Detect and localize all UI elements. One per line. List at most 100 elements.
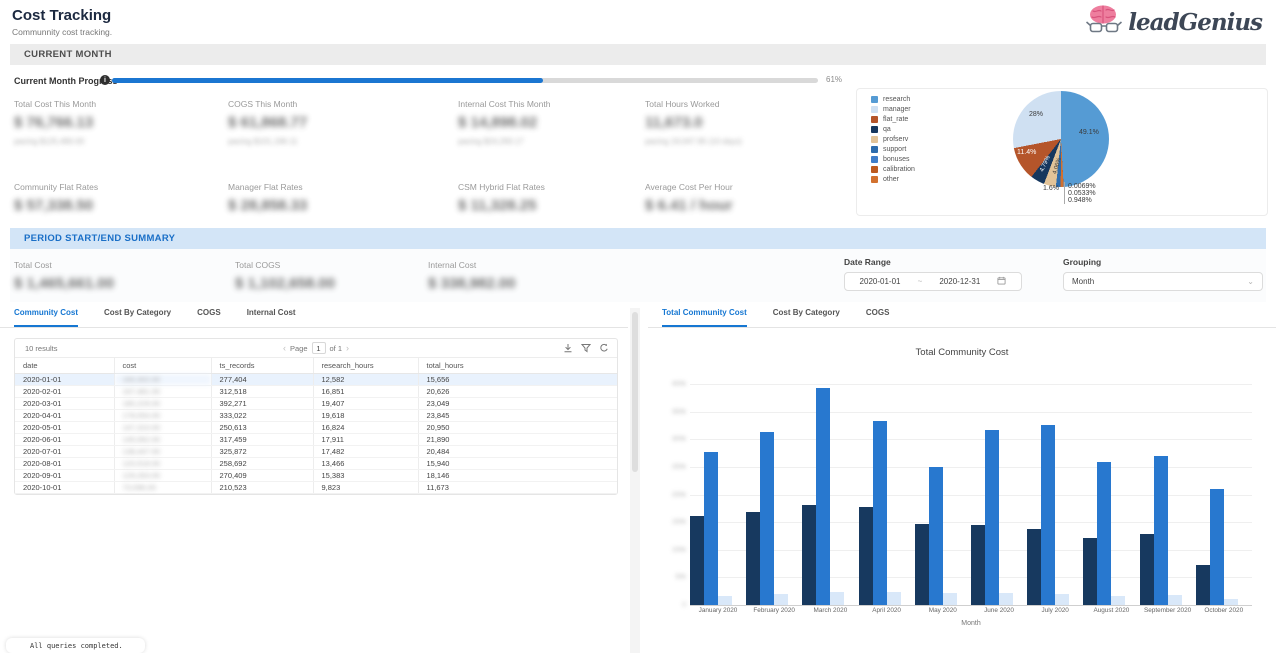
table-row[interactable]: 2020-02-01167,481.00312,51816,85120,626 bbox=[15, 385, 617, 397]
column-header-total_hours[interactable]: total_hours bbox=[418, 358, 617, 373]
legend-item-manager[interactable]: manager bbox=[871, 104, 915, 114]
stat-value: $ 14,898.02 bbox=[458, 114, 668, 131]
bar-cost[interactable] bbox=[746, 512, 760, 605]
page-number-input[interactable]: 1 bbox=[312, 342, 326, 354]
bar-ts_records[interactable] bbox=[1154, 456, 1168, 605]
bar-cost[interactable] bbox=[859, 507, 873, 605]
table-cell: 9,823 bbox=[313, 481, 418, 493]
stat-block: CSM Hybrid Flat Rates$ 11,328.25 bbox=[458, 182, 668, 214]
stat-value: $ 6.41 / hour bbox=[645, 197, 855, 214]
bar-group-march-2020 bbox=[802, 388, 858, 605]
table-cell: 17,911 bbox=[313, 433, 418, 445]
bar-ts_records[interactable] bbox=[929, 467, 943, 605]
bar-group-may-2020 bbox=[915, 467, 971, 605]
stat-block: Internal Cost This Month$ 14,898.02pacin… bbox=[458, 99, 668, 146]
legend-item-bonuses[interactable]: bonuses bbox=[871, 154, 915, 164]
bar-ts_records[interactable] bbox=[1210, 489, 1224, 605]
tab-total-community-cost[interactable]: Total Community Cost bbox=[662, 308, 747, 327]
bar-group-june-2020 bbox=[971, 430, 1027, 605]
table-row[interactable]: 2020-05-01147,310.00250,61316,82420,950 bbox=[15, 421, 617, 433]
prev-page-button[interactable]: ‹ bbox=[283, 343, 286, 353]
bar-total_hours[interactable] bbox=[1224, 599, 1238, 605]
bar-total_hours[interactable] bbox=[830, 592, 844, 605]
bar-total_hours[interactable] bbox=[887, 592, 901, 605]
table-row[interactable]: 2020-03-01180,229.00392,27119,40723,049 bbox=[15, 397, 617, 409]
bar-cost[interactable] bbox=[971, 525, 985, 605]
legend-item-flat_rate[interactable]: flat_rate bbox=[871, 114, 915, 124]
table-row[interactable]: 2020-09-01129,263.00270,40915,38318,146 bbox=[15, 469, 617, 481]
column-header-date[interactable]: date bbox=[15, 358, 114, 373]
info-icon[interactable]: i bbox=[100, 75, 110, 85]
date-range-input[interactable]: 2020-01-01 ~ 2020-12-31 bbox=[844, 272, 1022, 291]
bar-cost[interactable] bbox=[1083, 538, 1097, 605]
stat-value: 11,673.0 bbox=[645, 114, 855, 131]
table-cell: 12,582 bbox=[313, 373, 418, 385]
legend-item-other[interactable]: other bbox=[871, 174, 915, 184]
legend-item-calibration[interactable]: calibration bbox=[871, 164, 915, 174]
bar-total_hours[interactable] bbox=[1168, 595, 1182, 605]
bar-cost[interactable] bbox=[802, 505, 816, 605]
bar-ts_records[interactable] bbox=[816, 388, 830, 605]
brain-glasses-icon bbox=[1086, 5, 1122, 40]
table-row[interactable]: 2020-08-01120,518.00258,69213,46615,940 bbox=[15, 457, 617, 469]
bar-chart: 050k100k150k200k250k300k350k400kJanuary … bbox=[690, 384, 1252, 605]
table-cell: 15,940 bbox=[418, 457, 617, 469]
pie-chart[interactable] bbox=[1013, 91, 1109, 187]
table-row[interactable]: 2020-04-01178,054.00333,02219,61823,845 bbox=[15, 409, 617, 421]
bar-total_hours[interactable] bbox=[1055, 594, 1069, 605]
table-cell: 270,409 bbox=[211, 469, 313, 481]
bar-ts_records[interactable] bbox=[704, 452, 718, 605]
bar-ts_records[interactable] bbox=[873, 421, 887, 605]
column-header-research_hours[interactable]: research_hours bbox=[313, 358, 418, 373]
legend-item-qa[interactable]: qa bbox=[871, 124, 915, 134]
calendar-icon[interactable] bbox=[997, 276, 1006, 287]
table-cell: 129,263.00 bbox=[114, 469, 211, 481]
tab-cogs[interactable]: COGS bbox=[866, 308, 890, 327]
filter-icon[interactable] bbox=[581, 343, 591, 353]
tab-cogs[interactable]: COGS bbox=[197, 308, 221, 327]
tab-internal-cost[interactable]: Internal Cost bbox=[247, 308, 296, 327]
bar-cost[interactable] bbox=[915, 524, 929, 605]
stat-block: Total COGS$ 1,102,658.00 bbox=[235, 260, 445, 292]
bar-ts_records[interactable] bbox=[985, 430, 999, 605]
bar-cost[interactable] bbox=[1196, 565, 1210, 605]
tab-cost-by-category[interactable]: Cost By Category bbox=[773, 308, 840, 327]
stat-block: Average Cost Per Hour$ 6.41 / hour bbox=[645, 182, 855, 214]
bar-total_hours[interactable] bbox=[999, 593, 1013, 605]
table-cell: 392,271 bbox=[211, 397, 313, 409]
bar-ts_records[interactable] bbox=[1041, 425, 1055, 605]
download-icon[interactable] bbox=[563, 343, 573, 353]
legend-label: flat_rate bbox=[883, 116, 908, 123]
y-tick-label: 150k bbox=[672, 519, 686, 526]
table-row[interactable]: 2020-07-01138,447.00325,87217,48220,484 bbox=[15, 445, 617, 457]
refresh-icon[interactable] bbox=[599, 343, 609, 353]
next-page-button[interactable]: › bbox=[346, 343, 349, 353]
bar-ts_records[interactable] bbox=[760, 432, 774, 605]
bar-total_hours[interactable] bbox=[774, 594, 788, 605]
bar-total_hours[interactable] bbox=[1111, 596, 1125, 605]
column-header-ts_records[interactable]: ts_records bbox=[211, 358, 313, 373]
table-row[interactable]: 2020-10-0173,096.00210,5239,82311,673 bbox=[15, 481, 617, 493]
bar-total_hours[interactable] bbox=[718, 596, 732, 605]
tab-cost-by-category[interactable]: Cost By Category bbox=[104, 308, 171, 327]
date-end[interactable]: 2020-12-31 bbox=[939, 277, 980, 286]
legend-item-research[interactable]: research bbox=[871, 94, 915, 104]
bar-cost[interactable] bbox=[1027, 529, 1041, 605]
chart-panel-tabs: Total Community Cost Cost By Category COGS bbox=[648, 308, 1276, 328]
column-header-cost[interactable]: cost bbox=[114, 358, 211, 373]
bar-total_hours[interactable] bbox=[943, 593, 957, 605]
table-row[interactable]: 2020-01-01160,302.00277,40412,58215,656 bbox=[15, 373, 617, 385]
table-row[interactable]: 2020-06-01145,062.00317,45917,91121,890 bbox=[15, 433, 617, 445]
panel-scrollbar-thumb[interactable] bbox=[632, 312, 638, 472]
pie-legend: researchmanager flat_rateqaprofservsuppor… bbox=[871, 94, 915, 184]
table-cell: 2020-08-01 bbox=[15, 457, 114, 469]
grouping-select[interactable]: Month ⌄ bbox=[1063, 272, 1263, 291]
date-start[interactable]: 2020-01-01 bbox=[860, 277, 901, 286]
legend-item-support[interactable]: support bbox=[871, 144, 915, 154]
legend-item-profserv[interactable]: profserv bbox=[871, 134, 915, 144]
tab-community-cost[interactable]: Community Cost bbox=[14, 308, 78, 327]
bar-group-february-2020 bbox=[746, 432, 802, 605]
bar-cost[interactable] bbox=[1140, 534, 1154, 605]
bar-cost[interactable] bbox=[690, 516, 704, 605]
bar-ts_records[interactable] bbox=[1097, 462, 1111, 605]
